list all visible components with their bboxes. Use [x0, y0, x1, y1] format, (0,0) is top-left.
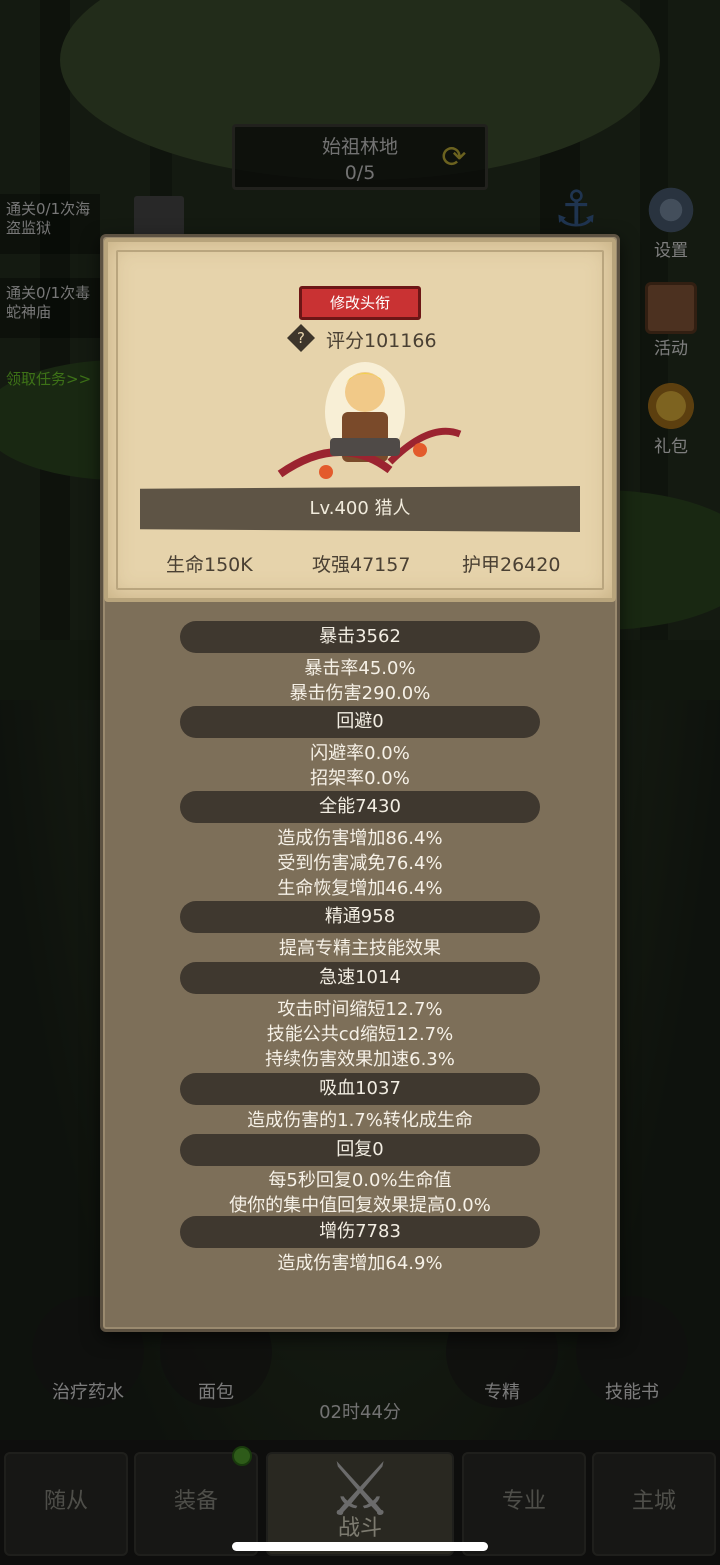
stat-line: 使你的集中值回复效果提高0.0%	[229, 1195, 491, 1216]
stat-line: 攻击时间缩短12.7%	[277, 999, 443, 1020]
hunter-character-image	[277, 362, 462, 479]
stat-title-versatility: 全能7430	[180, 791, 540, 823]
stat-title-text: 急速1014	[319, 967, 401, 988]
stat-line: 造成伤害增加86.4%	[277, 828, 443, 849]
stat-title-text: 吸血1037	[319, 1078, 401, 1099]
stat-line: 招架率0.0%	[310, 768, 410, 789]
stat-line: 造成伤害增加64.9%	[277, 1253, 443, 1274]
stat-title-lifesteal: 吸血1037	[180, 1073, 540, 1105]
svg-text:?: ?	[297, 329, 305, 347]
stat-title-text: 回避0	[336, 711, 384, 732]
change-title-button[interactable]: 修改头衔	[299, 286, 421, 320]
stat-title-haste: 急速1014	[180, 962, 540, 994]
stat-title-text: 回复0	[336, 1139, 384, 1160]
hp-stat: 生命150K	[166, 554, 253, 576]
stat-line: 生命恢复增加46.4%	[277, 878, 443, 899]
stat-line: 闪避率0.0%	[310, 743, 410, 764]
stat-title-regen: 回复0	[180, 1134, 540, 1166]
stat-line: 造成伤害的1.7%转化成生命	[247, 1110, 473, 1131]
stat-line: 受到伤害减免76.4%	[277, 853, 443, 874]
stat-title-text: 精通958	[324, 906, 396, 927]
stat-title-dodge: 回避0	[180, 706, 540, 738]
stat-title-text: 暴击3562	[319, 626, 401, 647]
stat-line: 暴击率45.0%	[304, 658, 416, 679]
stat-line: 技能公共cd缩短12.7%	[266, 1024, 454, 1045]
stat-title-text: 增伤7783	[319, 1221, 401, 1242]
help-icon[interactable]: ?	[286, 323, 316, 353]
armor-stat: 护甲26420	[462, 554, 561, 576]
stat-line: 暴击伤害290.0%	[289, 683, 431, 704]
stat-line: 每5秒回复0.0%生命值	[268, 1170, 452, 1191]
score-text: 评分101166	[326, 330, 437, 352]
stat-title-crit: 暴击3562	[180, 621, 540, 653]
character-name-level: Lv.400 猎人	[140, 486, 580, 532]
home-indicator[interactable]	[232, 1542, 488, 1551]
stat-title-damage-bonus: 增伤7783	[180, 1216, 540, 1248]
stat-title-text: 全能7430	[319, 796, 401, 817]
attack-stat: 攻强47157	[312, 554, 411, 576]
stat-line: 持续伤害效果加速6.3%	[265, 1049, 455, 1070]
stat-title-mastery: 精通958	[180, 901, 540, 933]
stat-line: 提高专精主技能效果	[279, 938, 441, 959]
